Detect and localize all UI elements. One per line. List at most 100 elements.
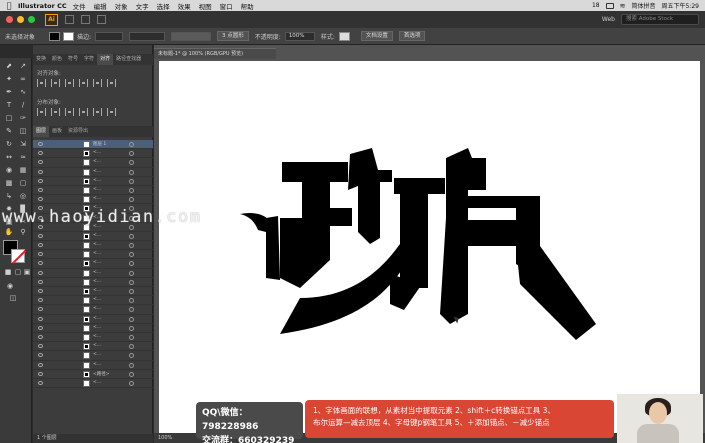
layer-item-name[interactable]: <...	[93, 325, 101, 330]
target-circle-icon[interactable]	[129, 279, 134, 285]
variable-width-field[interactable]	[129, 31, 166, 41]
visibility-eye-icon[interactable]	[38, 151, 43, 156]
tab-character[interactable]: 字符	[81, 54, 97, 65]
direct-selection-tool-icon[interactable]: ↗	[18, 62, 28, 70]
pen-tool-icon[interactable]: ✒	[4, 88, 14, 96]
screen-mode-icon[interactable]: ◫	[8, 294, 18, 302]
lettering-artwork[interactable]	[240, 148, 605, 348]
visibility-eye-icon[interactable]	[38, 243, 43, 248]
target-circle-icon[interactable]	[129, 142, 134, 147]
width-tool-icon[interactable]: ↭	[4, 153, 14, 161]
visibility-eye-icon[interactable]	[38, 197, 43, 202]
type-tool-icon[interactable]: T	[4, 101, 14, 109]
stroke-color-icon[interactable]	[11, 249, 25, 263]
layer-item-name[interactable]: <...	[93, 178, 101, 183]
distribute-vcenter-icon[interactable]	[51, 108, 60, 116]
paintbrush-tool-icon[interactable]: ✑	[18, 114, 28, 122]
layer-item-name[interactable]: <...	[93, 187, 101, 192]
visibility-eye-icon[interactable]	[38, 289, 43, 293]
layer-item-name[interactable]: <...	[93, 233, 101, 238]
target-circle-icon[interactable]	[129, 353, 134, 359]
layer-row[interactable]: <...	[33, 296, 153, 306]
opacity-field[interactable]: 100%	[284, 31, 315, 41]
mesh-tool-icon[interactable]: ▩	[4, 179, 14, 187]
tab-symbols[interactable]: 符号	[65, 54, 81, 65]
glyph-right-leg[interactable]	[516, 246, 596, 340]
layer-row[interactable]: <...	[33, 177, 153, 186]
visibility-eye-icon[interactable]	[38, 380, 43, 385]
visibility-eye-icon[interactable]	[38, 160, 43, 165]
target-circle-icon[interactable]	[129, 197, 134, 203]
target-circle-icon[interactable]	[129, 307, 134, 313]
target-circle-icon[interactable]	[129, 270, 134, 276]
align-bottom-icon[interactable]	[107, 79, 116, 87]
eraser-tool-icon[interactable]: ◫	[18, 127, 28, 135]
layer-row[interactable]: <...	[33, 259, 153, 269]
layer-item-name[interactable]: <路径>	[93, 371, 110, 377]
tab-artboards[interactable]: 画板	[49, 126, 65, 137]
target-circle-icon[interactable]	[129, 252, 134, 258]
preferences-button[interactable]: 首选项	[398, 31, 426, 41]
visibility-eye-icon[interactable]	[38, 142, 43, 146]
layer-item-name[interactable]: <...	[93, 242, 101, 247]
tab-transform[interactable]: 变换	[33, 54, 49, 65]
layer-row[interactable]: <...	[33, 305, 153, 315]
glyph-left-tail[interactable]	[240, 212, 274, 234]
layer-row[interactable]: <...	[33, 287, 153, 297]
menu-select[interactable]: 选择	[157, 1, 170, 11]
glyph-middle-top[interactable]	[348, 148, 392, 244]
layer-row[interactable]: <...	[33, 186, 153, 196]
tab-asset-export[interactable]: 资源导出	[65, 126, 91, 137]
menu-edit[interactable]: 编辑	[94, 1, 107, 11]
color-mode-icon[interactable]: ■	[3, 268, 13, 276]
visibility-eye-icon[interactable]	[38, 298, 43, 303]
layer-row[interactable]: <...	[33, 250, 153, 260]
layer-item-name[interactable]: <...	[93, 352, 101, 357]
magic-wand-tool-icon[interactable]: ✦	[4, 75, 14, 83]
layer-item-name[interactable]: <...	[93, 270, 101, 275]
layer-item-name[interactable]: <...	[93, 260, 101, 265]
menu-effect[interactable]: 效果	[178, 1, 191, 11]
glyph-right-body[interactable]	[440, 148, 540, 324]
fill-swatch[interactable]	[49, 31, 60, 41]
target-circle-icon[interactable]	[129, 344, 134, 350]
target-circle-icon[interactable]	[129, 380, 134, 386]
curvature-tool-icon[interactable]: ∿	[18, 88, 28, 96]
layer-row[interactable]: <...	[33, 241, 153, 251]
layer-row[interactable]: <路径>	[33, 370, 153, 379]
layer-item-name[interactable]: <...	[93, 297, 101, 302]
target-circle-icon[interactable]	[129, 187, 134, 193]
target-circle-icon[interactable]	[129, 362, 134, 368]
layer-item-name[interactable]: <...	[93, 159, 101, 164]
visibility-eye-icon[interactable]	[38, 261, 43, 266]
gradient-tool-icon[interactable]: ▢	[18, 179, 28, 187]
menu-file[interactable]: 文件	[73, 1, 86, 11]
distribute-top-icon[interactable]	[37, 108, 46, 116]
target-circle-icon[interactable]	[129, 151, 134, 157]
layer-item-name[interactable]: <...	[93, 196, 101, 201]
visibility-eye-icon[interactable]	[38, 307, 43, 312]
distribute-right-icon[interactable]	[107, 108, 116, 116]
layer-row[interactable]: <...	[33, 342, 153, 352]
layer-row[interactable]: <...	[33, 269, 153, 278]
layer-row[interactable]: <...	[33, 351, 153, 361]
layer-row[interactable]: <...	[33, 278, 153, 287]
layer-item-name[interactable]: <...	[93, 150, 101, 155]
align-vcenter-icon[interactable]	[93, 79, 102, 87]
scale-tool-icon[interactable]: ⇲	[18, 140, 28, 148]
layer-row[interactable]: <...	[33, 324, 153, 333]
menu-help[interactable]: 帮助	[241, 1, 254, 11]
layer-item-name[interactable]: <...	[93, 251, 101, 256]
close-window-icon[interactable]	[6, 16, 13, 23]
app-menu[interactable]: Illustrator CC	[18, 2, 67, 10]
blend-tool-icon[interactable]: ◎	[18, 192, 28, 200]
visibility-eye-icon[interactable]	[38, 362, 43, 367]
wifi-icon[interactable]: ≋	[620, 2, 626, 10]
visibility-eye-icon[interactable]	[38, 316, 43, 321]
layer-row-main[interactable]: 图层 1	[33, 140, 153, 150]
gpu-performance-icon[interactable]	[97, 15, 106, 24]
distribute-hcenter-icon[interactable]	[93, 108, 102, 116]
layer-row[interactable]: <...	[33, 168, 153, 177]
stroke-swatch[interactable]	[63, 31, 74, 41]
tab-color[interactable]: 颜色	[49, 54, 65, 65]
